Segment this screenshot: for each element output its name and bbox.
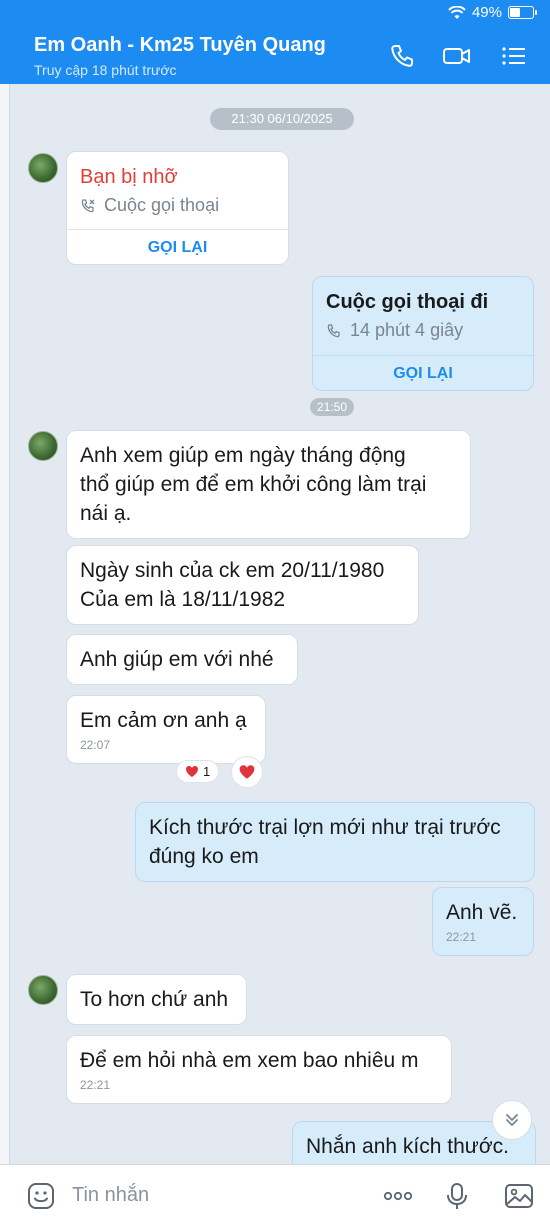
scroll-to-bottom-button[interactable] bbox=[492, 1100, 532, 1140]
mic-icon[interactable] bbox=[440, 1179, 474, 1213]
call-back-button[interactable]: GỌI LẠI bbox=[313, 356, 533, 390]
chat-header: Em Oanh - Km25 Tuyên Quang Truy cập 18 p… bbox=[0, 28, 550, 84]
battery-fill bbox=[510, 8, 521, 17]
message-line: Em cảm ơn anh ạ bbox=[80, 709, 247, 732]
contact-avatar[interactable] bbox=[28, 975, 58, 1005]
message-bubble[interactable]: Để em hỏi nhà em xem bao nhiêu m 22:21 bbox=[66, 1035, 452, 1104]
message-line: Nhắn anh kích thước. bbox=[306, 1135, 509, 1158]
message-line: Anh giúp em với nhé bbox=[80, 648, 274, 671]
emoji-icon[interactable] bbox=[24, 1179, 58, 1213]
message-line: Ngày sinh của ck em 20/11/1980 bbox=[80, 559, 385, 582]
call-back-button[interactable]: GỌI LẠI bbox=[67, 230, 288, 264]
missed-call-subtitle: Cuộc gọi thoại bbox=[67, 189, 288, 216]
message-line: nái ạ. bbox=[80, 502, 132, 525]
outgoing-call-card: Cuộc gọi thoại đi 14 phút 4 giây GỌI LẠI bbox=[312, 276, 534, 391]
video-icon[interactable] bbox=[441, 40, 473, 72]
outgoing-call-title: Cuộc gọi thoại đi bbox=[326, 291, 489, 313]
more-icon[interactable] bbox=[381, 1179, 415, 1213]
status-bar: 49% bbox=[0, 0, 550, 28]
heart-icon bbox=[186, 766, 198, 777]
message-bubble[interactable]: Anh vẽ. 22:21 bbox=[432, 887, 534, 956]
message-time: 22:21 bbox=[446, 930, 477, 944]
missed-call-icon bbox=[81, 198, 95, 212]
message-bubble[interactable]: To hơn chứ anh bbox=[66, 974, 247, 1025]
message-bubble[interactable]: Anh xem giúp em ngày tháng động thổ giúp… bbox=[66, 430, 471, 539]
outgoing-call-subtitle: 14 phút 4 giây bbox=[313, 314, 533, 341]
contact-name[interactable]: Em Oanh - Km25 Tuyên Quang bbox=[34, 34, 326, 57]
contact-avatar[interactable] bbox=[28, 431, 58, 461]
chat-area[interactable]: 21:30 06/10/2025 Bạn bị nhỡ Cuộc gọi tho… bbox=[10, 84, 550, 1164]
message-input-bar: Tin nhắn bbox=[0, 1164, 550, 1226]
message-line: Kích thước trại lợn mới như trại trước bbox=[149, 816, 501, 839]
reaction-summary[interactable]: 1 bbox=[176, 760, 220, 783]
reaction-count: 1 bbox=[203, 764, 211, 779]
message-bubble[interactable]: Kích thước trại lợn mới như trại trước đ… bbox=[135, 802, 535, 882]
phone-icon bbox=[327, 323, 340, 337]
status-indicators: 49% bbox=[448, 4, 537, 21]
message-time: 22:21 bbox=[80, 1078, 111, 1092]
battery-percent: 49% bbox=[471, 4, 502, 21]
missed-call-title: Bạn bị nhỡ bbox=[80, 166, 178, 188]
react-button[interactable] bbox=[231, 756, 263, 788]
missed-call-card: Bạn bị nhỡ Cuộc gọi thoại GỌI LẠI bbox=[66, 151, 289, 265]
double-chevron-down-icon bbox=[506, 1114, 518, 1127]
message-line: Anh vẽ. bbox=[446, 901, 518, 924]
image-icon[interactable] bbox=[502, 1179, 536, 1213]
message-time: 22:07 bbox=[80, 738, 111, 752]
message-input[interactable]: Tin nhắn bbox=[72, 1184, 149, 1207]
side-panel-edge bbox=[0, 84, 10, 1164]
message-bubble[interactable]: Ngày sinh của ck em 20/11/1980 Của em là… bbox=[66, 545, 419, 625]
phone-icon[interactable] bbox=[386, 40, 418, 72]
date-separator: 21:30 06/10/2025 bbox=[210, 108, 354, 130]
message-bubble[interactable]: Em cảm ơn anh ạ 22:07 bbox=[66, 695, 266, 764]
battery-icon bbox=[508, 6, 537, 19]
time-separator: 21:50 bbox=[310, 398, 354, 416]
message-line: Của em là 18/11/1982 bbox=[80, 588, 286, 611]
message-line: To hơn chứ anh bbox=[80, 988, 229, 1011]
heart-icon bbox=[239, 765, 255, 779]
menu-icon[interactable] bbox=[498, 40, 530, 72]
last-seen-status: Truy cập 18 phút trước bbox=[34, 62, 177, 78]
wifi-icon bbox=[448, 5, 466, 19]
message-bubble[interactable]: Anh giúp em với nhé bbox=[66, 634, 298, 685]
message-line: Anh xem giúp em ngày tháng động bbox=[80, 444, 406, 467]
message-line: Để em hỏi nhà em xem bao nhiêu m bbox=[80, 1049, 419, 1072]
call-duration: 14 phút 4 giây bbox=[350, 320, 464, 340]
contact-avatar[interactable] bbox=[28, 153, 58, 183]
message-line: đúng ko em bbox=[149, 845, 259, 868]
missed-call-type: Cuộc gọi thoại bbox=[104, 195, 220, 215]
message-line: thổ giúp em để em khởi công làm trại bbox=[80, 473, 427, 496]
